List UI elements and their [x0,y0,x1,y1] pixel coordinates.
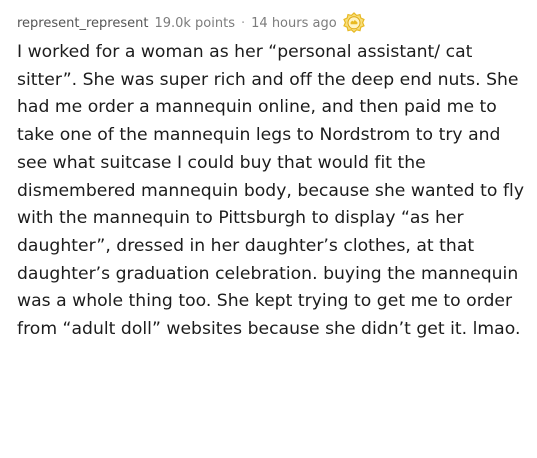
comment-meta: represent_represent 19.0k points · 14 ho… [17,12,523,34]
comment: represent_represent 19.0k points · 14 ho… [0,0,537,458]
timestamp[interactable]: 14 hours ago [251,16,337,31]
points-count: 19.0k points [154,15,235,31]
award-badge-graphic [342,12,365,34]
helpful-award-icon[interactable] [342,12,365,34]
comment-body: I worked for a woman as her “personal as… [17,42,525,340]
username-link[interactable]: represent_represent [17,16,148,31]
meta-separator: · [241,15,246,31]
